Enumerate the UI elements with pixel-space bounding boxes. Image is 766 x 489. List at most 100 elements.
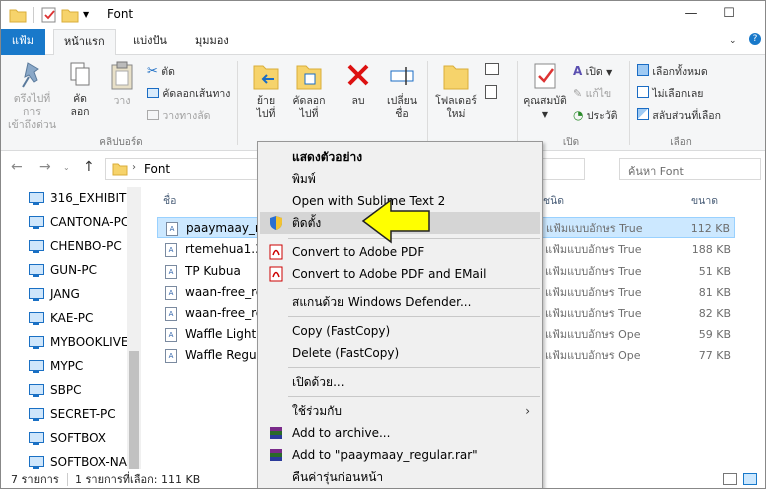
menu-item-restore-versions[interactable]: คืนค่ารุ่นก่อนหน้า bbox=[260, 466, 540, 488]
menu-separator bbox=[288, 367, 540, 368]
menu-item-add-rar[interactable]: Add to "paaymaay_regular.rar" bbox=[260, 444, 540, 466]
nav-item[interactable]: CANTONA-PC bbox=[29, 211, 139, 233]
minimize-button[interactable]: — bbox=[673, 1, 709, 29]
nav-item[interactable]: MYPC bbox=[29, 355, 139, 377]
delete-button[interactable]: ลบ bbox=[341, 61, 375, 108]
select-all-button[interactable]: เลือกทั้งหมด bbox=[637, 63, 708, 80]
font-file-icon: A bbox=[165, 307, 177, 321]
help-icon[interactable]: ? bbox=[749, 33, 761, 45]
copy-icon bbox=[70, 62, 90, 86]
new-item-button[interactable] bbox=[485, 63, 499, 78]
recent-locations-icon[interactable]: ⌄ bbox=[63, 163, 70, 172]
copyto-label-2: ไปที่ bbox=[299, 108, 319, 120]
new-item-icon bbox=[485, 63, 499, 75]
nav-item[interactable]: GUN-PC bbox=[29, 259, 139, 281]
expand-ribbon-icon[interactable]: ⌄ bbox=[729, 36, 737, 46]
forward-arrow-icon[interactable]: → bbox=[39, 159, 51, 175]
tab-view[interactable]: มุมมอง bbox=[185, 29, 239, 55]
new-folder-quick-icon[interactable] bbox=[61, 7, 79, 26]
copy-path-label: คัดลอกเส้นทาง bbox=[162, 88, 231, 100]
nav-item[interactable]: KAE-PC bbox=[29, 307, 139, 329]
copy-path-button[interactable]: คัดลอกเส้นทาง bbox=[147, 85, 230, 102]
computer-icon bbox=[29, 432, 44, 445]
pin-quick-access-button[interactable]: ตรึงไปที่การ เข้าถึงด่วน bbox=[5, 61, 59, 132]
move-folder-icon bbox=[253, 65, 279, 90]
up-arrow-icon[interactable]: ↑ bbox=[83, 159, 95, 175]
computer-icon bbox=[29, 456, 44, 469]
copy-to-button[interactable]: คัดลอก ไปที่ bbox=[289, 61, 329, 121]
breadcrumb-chevron-icon[interactable]: › bbox=[132, 162, 136, 173]
maximize-button[interactable]: ☐ bbox=[711, 1, 747, 29]
ribbon-separator bbox=[629, 61, 630, 145]
properties-dropdown-icon[interactable]: ▼ bbox=[521, 108, 569, 121]
menu-item-defender[interactable]: สแกนด้วย Windows Defender... bbox=[260, 291, 540, 313]
menu-item-print[interactable]: พิมพ์ bbox=[260, 168, 540, 190]
open-dropdown-icon[interactable]: ▼ bbox=[606, 68, 612, 77]
nav-item[interactable]: SOFTBOX bbox=[29, 427, 139, 449]
address-path: Font bbox=[144, 162, 171, 176]
new-folder-button[interactable]: โฟลเดอร์ ใหม่ bbox=[433, 61, 479, 121]
newfolder-label-1: โฟลเดอร์ bbox=[435, 95, 477, 107]
submenu-chevron-icon: › bbox=[525, 404, 530, 418]
computer-icon bbox=[29, 288, 44, 301]
menu-item-fastcopy-copy[interactable]: Copy (FastCopy) bbox=[260, 320, 540, 342]
move-to-button[interactable]: ย้าย ไปที่ bbox=[247, 61, 285, 121]
large-icons-view-icon[interactable] bbox=[743, 473, 757, 485]
invert-selection-button[interactable]: สลับส่วนที่เลือก bbox=[637, 107, 721, 124]
tab-file[interactable]: แฟ้ม bbox=[1, 29, 45, 55]
tab-share[interactable]: แบ่งปัน bbox=[123, 29, 177, 55]
properties-icon bbox=[534, 63, 556, 89]
properties-label: คุณสมบัติ bbox=[523, 95, 567, 107]
column-header-type[interactable]: ชนิด bbox=[543, 192, 564, 209]
select-group-label: เลือก bbox=[670, 137, 692, 148]
cut-button[interactable]: ✂ ตัด bbox=[147, 63, 175, 80]
menu-item-share-with[interactable]: ใช้ร่วมกับ › bbox=[260, 400, 540, 422]
menu-item-preview[interactable]: แสดงตัวอย่าง bbox=[260, 146, 540, 168]
ribbon: ตรึงไปที่การ เข้าถึงด่วน คัด ลอก วาง ✂ ต… bbox=[1, 55, 765, 151]
easy-access-button[interactable] bbox=[485, 85, 497, 102]
menu-item-add-archive[interactable]: Add to archive... bbox=[260, 422, 540, 444]
history-label: ประวัติ bbox=[586, 110, 618, 122]
paste-button[interactable]: วาง bbox=[105, 61, 139, 108]
title-bar: ▼ Font — ☐ bbox=[1, 1, 765, 29]
customize-toolbar-icon[interactable]: ▼ bbox=[83, 10, 89, 19]
nav-item[interactable]: CHENBO-PC bbox=[29, 235, 139, 257]
menu-item-convert-pdf-email[interactable]: Convert to Adobe PDF and EMail bbox=[260, 263, 540, 285]
nav-item[interactable]: SBPC bbox=[29, 379, 139, 401]
yellow-arrow-icon bbox=[361, 198, 430, 244]
search-input[interactable]: ค้นหา Font bbox=[619, 158, 761, 180]
pin-label-1: ตรึงไปที่การ bbox=[13, 93, 51, 118]
paste-shortcut-icon bbox=[147, 110, 159, 120]
nav-item[interactable]: SOFTBOX-NAS bbox=[29, 451, 139, 469]
nav-item[interactable]: 316_EXHIBITION bbox=[29, 187, 139, 209]
select-none-button[interactable]: ไม่เลือกเลย bbox=[637, 85, 703, 102]
tab-home[interactable]: หน้าแรก bbox=[53, 29, 116, 56]
nav-item[interactable]: MYBOOKLIVE bbox=[29, 331, 139, 353]
nav-item[interactable]: SECRET-PC bbox=[29, 403, 139, 425]
computer-icon bbox=[29, 312, 44, 325]
history-icon: ◔ bbox=[573, 108, 584, 122]
edit-icon: ✎ bbox=[573, 87, 583, 100]
menu-item-fastcopy-delete[interactable]: Delete (FastCopy) bbox=[260, 342, 540, 364]
scissors-icon: ✂ bbox=[147, 64, 158, 79]
nav-scrollbar-thumb[interactable] bbox=[129, 351, 139, 469]
back-arrow-icon[interactable]: ← bbox=[11, 159, 23, 175]
paste-shortcut-button[interactable]: วางทางลัด bbox=[147, 107, 210, 124]
column-header-name[interactable]: ชื่อ bbox=[163, 192, 176, 209]
details-view-icon[interactable] bbox=[723, 473, 737, 485]
column-header-size[interactable]: ขนาด bbox=[691, 192, 718, 209]
nav-item[interactable]: JANG bbox=[29, 283, 139, 305]
invert-selection-label: สลับส่วนที่เลือก bbox=[652, 110, 721, 122]
edit-button[interactable]: ✎ แก้ไข bbox=[573, 85, 611, 102]
computer-icon bbox=[29, 192, 44, 205]
rename-label-2: ชื่อ bbox=[395, 108, 409, 120]
rename-button[interactable]: เปลี่ยน ชื่อ bbox=[381, 61, 423, 121]
history-button[interactable]: ◔ ประวัติ bbox=[573, 107, 618, 124]
menu-item-open-with[interactable]: เปิดด้วย... bbox=[260, 371, 540, 393]
properties-quick-icon[interactable] bbox=[41, 7, 57, 26]
explorer-window: ▼ Font — ☐ แฟ้ม หน้าแรก แบ่งปัน มุมมอง ⌄… bbox=[0, 0, 766, 489]
properties-button[interactable]: คุณสมบัติ ▼ bbox=[521, 61, 569, 121]
open-button[interactable]: A เปิด ▼ bbox=[573, 63, 612, 80]
copy-button[interactable]: คัด ลอก bbox=[63, 61, 97, 119]
computer-icon bbox=[29, 216, 44, 229]
